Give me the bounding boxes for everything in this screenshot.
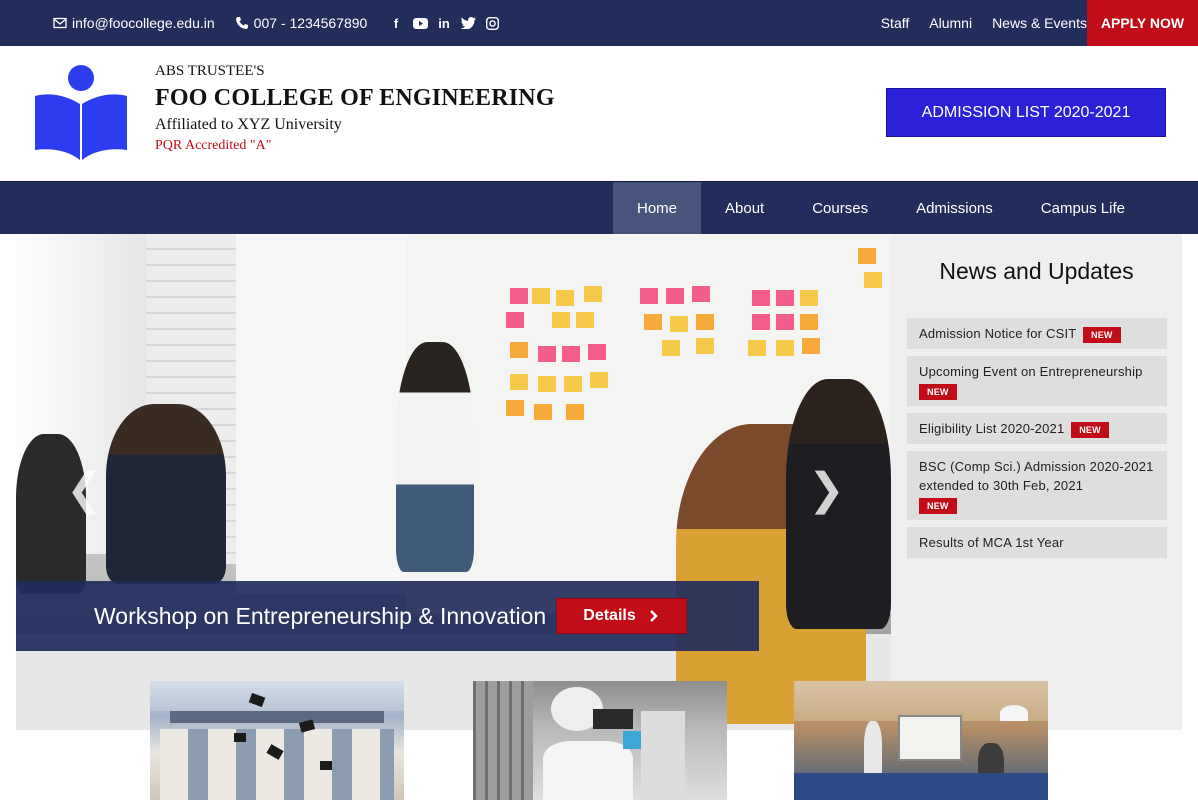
nav-item-about[interactable]: About xyxy=(701,182,788,234)
next-slide-arrow[interactable]: ❯ xyxy=(808,464,845,515)
nav-item-admissions[interactable]: Admissions xyxy=(892,182,1017,234)
envelope-icon xyxy=(53,17,67,29)
news-item[interactable]: Results of MCA 1st Year xyxy=(907,527,1167,558)
apply-now-button[interactable]: APPLY NOW xyxy=(1087,0,1198,46)
college-logo[interactable] xyxy=(33,64,129,160)
staff-link[interactable]: Staff xyxy=(881,15,910,31)
main-nav: Home About Courses Admissions Campus Lif… xyxy=(0,181,1198,234)
facebook-icon[interactable]: f xyxy=(384,14,408,32)
email-text: info@foocollege.edu.in xyxy=(72,15,215,31)
new-badge: NEW xyxy=(1071,421,1109,438)
instagram-icon[interactable] xyxy=(480,14,504,32)
prev-slide-arrow[interactable]: ❮ xyxy=(66,464,103,515)
accreditation-text: PQR Accredited "A" xyxy=(155,138,272,153)
phone-text: 007 - 1234567890 xyxy=(253,15,368,31)
hero-image-column xyxy=(236,234,406,594)
slide-caption-text: Workshop on Entrepreneurship & Innovatio… xyxy=(94,602,547,629)
college-brand: ABS TRUSTEE'S FOO COLLEGE OF ENGINEERING… xyxy=(155,63,555,154)
news-item[interactable]: Upcoming Event on Entrepreneurship NEW xyxy=(907,356,1167,406)
top-bar: info@foocollege.edu.in 007 - 1234567890 … xyxy=(0,0,1198,46)
news-item-text: Eligibility List 2020-2021 xyxy=(919,421,1065,436)
phone-icon xyxy=(235,17,248,29)
contact-info: info@foocollege.edu.in 007 - 1234567890 xyxy=(53,0,387,46)
news-item-text: Results of MCA 1st Year xyxy=(919,535,1064,550)
college-name: FOO COLLEGE OF ENGINEERING xyxy=(155,85,555,111)
details-button[interactable]: Details xyxy=(556,598,687,634)
linkedin-icon[interactable]: in xyxy=(432,14,456,32)
twitter-icon[interactable] xyxy=(456,14,480,32)
lab-card-image[interactable] xyxy=(473,681,727,800)
top-links: Staff Alumni News & Events xyxy=(861,0,1087,46)
news-panel: News and Updates Admission Notice for CS… xyxy=(891,234,1182,730)
admission-list-button[interactable]: ADMISSION LIST 2020-2021 xyxy=(886,88,1166,137)
alumni-link[interactable]: Alumni xyxy=(929,15,972,31)
email-link[interactable]: info@foocollege.edu.in xyxy=(53,15,215,31)
news-item-text: Upcoming Event on Entrepreneurship xyxy=(919,364,1143,379)
nav-item-home[interactable]: Home xyxy=(613,182,702,234)
new-badge: NEW xyxy=(919,383,957,400)
news-list: Admission Notice for CSIT NEW Upcoming E… xyxy=(907,318,1167,565)
news-events-link[interactable]: News & Events xyxy=(992,15,1087,31)
new-badge: NEW xyxy=(1083,326,1121,343)
news-item[interactable]: BSC (Comp Sci.) Admission 2020-2021 exte… xyxy=(907,451,1167,520)
social-links: f in xyxy=(384,0,504,46)
nav-item-courses[interactable]: Courses xyxy=(788,182,892,234)
slide-caption: Workshop on Entrepreneurship & Innovatio… xyxy=(16,581,759,651)
details-label: Details xyxy=(583,607,636,624)
news-item-text: Admission Notice for CSIT xyxy=(919,326,1077,341)
news-title: News and Updates xyxy=(939,258,1134,284)
news-item[interactable]: Eligibility List 2020-2021 NEW xyxy=(907,413,1167,444)
graduation-card-image[interactable] xyxy=(150,681,404,800)
site-header: ABS TRUSTEE'S FOO COLLEGE OF ENGINEERING… xyxy=(0,46,1198,181)
chevron-right-icon xyxy=(649,610,658,622)
new-badge: NEW xyxy=(919,497,957,514)
phone-link[interactable]: 007 - 1234567890 xyxy=(235,15,368,31)
news-item-text: BSC (Comp Sci.) Admission 2020-2021 exte… xyxy=(919,459,1154,493)
affiliation-text: Affiliated to XYZ University xyxy=(155,116,342,133)
nav-menu: Home About Courses Admissions Campus Lif… xyxy=(613,182,1149,234)
hero-slider: ❮ ❯ Workshop on Entrepreneurship & Innov… xyxy=(16,234,891,730)
youtube-icon[interactable] xyxy=(408,14,432,32)
nav-item-campus-life[interactable]: Campus Life xyxy=(1017,182,1149,234)
news-item[interactable]: Admission Notice for CSIT NEW xyxy=(907,318,1167,349)
meeting-card-image[interactable] xyxy=(794,681,1048,800)
trustee-name: ABS TRUSTEE'S xyxy=(155,63,265,79)
